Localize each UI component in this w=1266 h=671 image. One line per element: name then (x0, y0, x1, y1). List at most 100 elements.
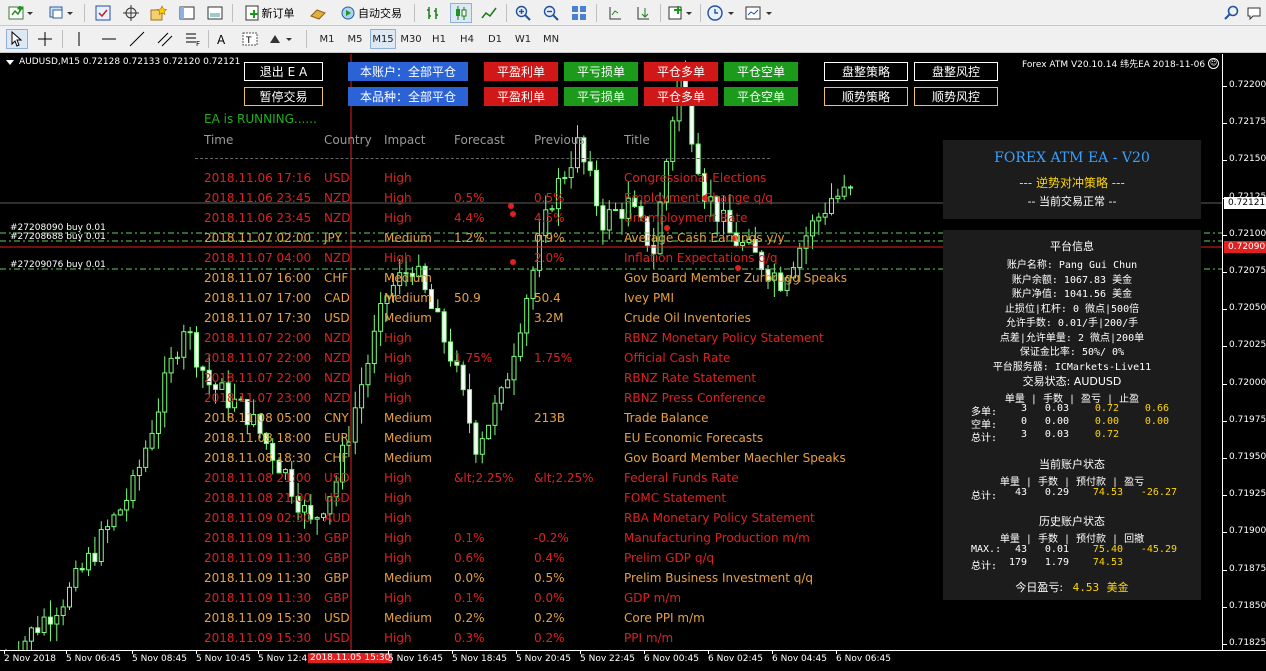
account-close-all-button[interactable]: 本账户：全部平仓 (348, 62, 468, 81)
text-label-tool-button[interactable]: T (240, 29, 260, 49)
tile-windows-button[interactable] (568, 3, 590, 23)
timeframe-m5-button[interactable]: M5 (342, 29, 368, 49)
news-country: CNY (324, 411, 349, 425)
gold-bar-icon (310, 9, 326, 20)
account-close-sell-button[interactable]: 平仓空单 (724, 62, 798, 81)
candlestick-chart-button[interactable] (450, 3, 472, 23)
time-tick-label: 5 Nov 16:45 (388, 654, 443, 664)
arrows-tool-button[interactable] (264, 29, 298, 49)
range-strategy-button[interactable]: 盘整策略 (824, 62, 908, 81)
timeframe-m30-button[interactable]: M30 (398, 29, 424, 49)
timeframe-d1-button[interactable]: D1 (482, 29, 508, 49)
fibonacci-tool-button[interactable]: F (182, 29, 204, 49)
vertical-line-tool-button[interactable] (68, 29, 90, 49)
auto-trading-button[interactable]: 自动交易 (334, 3, 408, 23)
news-previous: 1.75% (534, 351, 573, 365)
timeframe-m1-button[interactable]: M1 (314, 29, 340, 49)
price-tick-label: 0.72175 (1229, 117, 1266, 128)
toolbar-separator (596, 4, 597, 22)
news-title: Manufacturing Production m/m (624, 531, 810, 545)
zoom-in-button[interactable] (512, 3, 534, 23)
today-pnl-label: 今日盈亏: (1015, 581, 1064, 594)
symbol-close-all-button[interactable]: 本品种：全部平仓 (348, 87, 468, 106)
navigator-button[interactable] (148, 3, 170, 23)
timeframe-w1-button[interactable]: W1 (510, 29, 536, 49)
range-risk-button[interactable]: 盘整风控 (914, 62, 998, 81)
price-tick-label: 0.72200 (1229, 80, 1266, 90)
price-axis[interactable]: 0.71825 0.71850 0.71875 0.71900 0.71925 0.719… (1222, 54, 1266, 650)
crosshair-tool-button[interactable] (34, 29, 56, 49)
main-toolbar: 新订单 自动交易 (0, 0, 1266, 26)
price-tick-mark (1223, 197, 1227, 199)
trend-strategy-button[interactable]: 顺势策略 (824, 87, 908, 106)
news-time: 2018.11.09 11:30 (204, 551, 312, 565)
timeframe-mn-button[interactable]: MN (538, 29, 564, 49)
trend-risk-button[interactable]: 顺势风控 (914, 87, 998, 106)
new-chart-button[interactable] (6, 3, 36, 23)
price-tick-mark (1223, 234, 1227, 236)
current-row-lots: 0.29 (1044, 487, 1069, 498)
search-button[interactable] (1222, 3, 1242, 23)
crosshair-icon (38, 32, 52, 46)
svg-text:A: A (217, 33, 226, 47)
news-time: 2018.11.08 21:00 (204, 471, 312, 485)
chart-shift-button[interactable] (604, 3, 626, 23)
timeframe-h4-button[interactable]: H4 (454, 29, 480, 49)
text-tool-button[interactable]: A (212, 29, 232, 49)
news-time: 2018.11.08 18:00 (204, 431, 312, 445)
price-tick-mark (1223, 458, 1227, 459)
trade-row-pnl: 0.00 (1094, 416, 1119, 427)
account-close-buy-button[interactable]: 平仓多单 (644, 62, 718, 81)
exit-ea-button[interactable]: 退出 E A (244, 62, 323, 81)
equidistant-channel-tool-button[interactable] (154, 29, 176, 49)
news-title: RBA Monetary Policy Statement (624, 511, 815, 525)
chat-button[interactable] (1244, 3, 1264, 23)
news-time: 2018.11.07 22:00 (204, 371, 312, 385)
history-row-label: MAX.: (971, 544, 1002, 555)
svg-text:T: T (245, 36, 252, 46)
periods-button[interactable] (704, 3, 738, 23)
timeframe-h1-button[interactable]: H1 (426, 29, 452, 49)
time-axis[interactable]: 2 Nov 2018 5 Nov 06:45 5 Nov 08:45 5 Nov 10… (0, 650, 1266, 671)
trade-row-count: 3 (1020, 403, 1027, 414)
zoom-out-button[interactable] (540, 3, 562, 23)
market-watch-button[interactable] (92, 3, 114, 23)
news-previous: 4.5% (534, 211, 565, 225)
news-forecast: 1.75% (454, 351, 493, 365)
chart-shift-icon (609, 7, 621, 20)
pause-trading-button[interactable]: 暂停交易 (244, 87, 323, 106)
symbol-close-buy-button[interactable]: 平仓多单 (644, 87, 718, 106)
one-click-trading-button[interactable] (306, 3, 330, 23)
timeframe-m15-button[interactable]: M15 (370, 29, 396, 49)
news-country: GBP (324, 591, 349, 605)
news-title: Congressional Elections (624, 171, 767, 185)
time-tick-label: 6 Nov 06:45 (836, 654, 891, 664)
account-close-loss-button[interactable]: 平亏损单 (564, 62, 638, 81)
terminal-button[interactable] (176, 3, 198, 23)
tester-button[interactable] (204, 3, 226, 23)
symbol-close-loss-button[interactable]: 平亏损单 (564, 87, 638, 106)
toolbar-separator (660, 4, 661, 22)
news-row: 2018.11.07 23:00 NZD High RBNZ Press Confer… (0, 391, 900, 411)
symbol-close-sell-button[interactable]: 平仓空单 (724, 87, 798, 106)
auto-trading-icon (341, 6, 355, 20)
trendline-tool-button[interactable] (126, 29, 148, 49)
new-order-button[interactable]: 新订单 (238, 3, 300, 23)
profiles-button[interactable] (46, 3, 76, 23)
autoscroll-button[interactable] (632, 3, 654, 23)
horizontal-line-tool-button[interactable] (98, 29, 120, 49)
symbol-close-profit-button[interactable]: 平盈利单 (484, 87, 558, 106)
line-chart-button[interactable] (478, 3, 500, 23)
news-impact: High (384, 471, 412, 485)
templates-button[interactable] (742, 3, 776, 23)
news-country: NZD (324, 191, 351, 205)
news-forecast: 4.4% (454, 211, 485, 225)
bar-chart-button[interactable] (422, 3, 444, 23)
news-title: Inflation Expectations q/q (624, 251, 778, 265)
account-close-profit-button[interactable]: 平盈利单 (484, 62, 558, 81)
chart-area[interactable]: AUDUSD,M15 0.72128 0.72133 0.72120 0.721… (0, 54, 1222, 650)
indicators-button[interactable] (666, 3, 696, 23)
news-title: RBNZ Rate Statement (624, 371, 757, 385)
cursor-tool-button[interactable] (6, 29, 28, 49)
data-window-button[interactable] (120, 3, 142, 23)
